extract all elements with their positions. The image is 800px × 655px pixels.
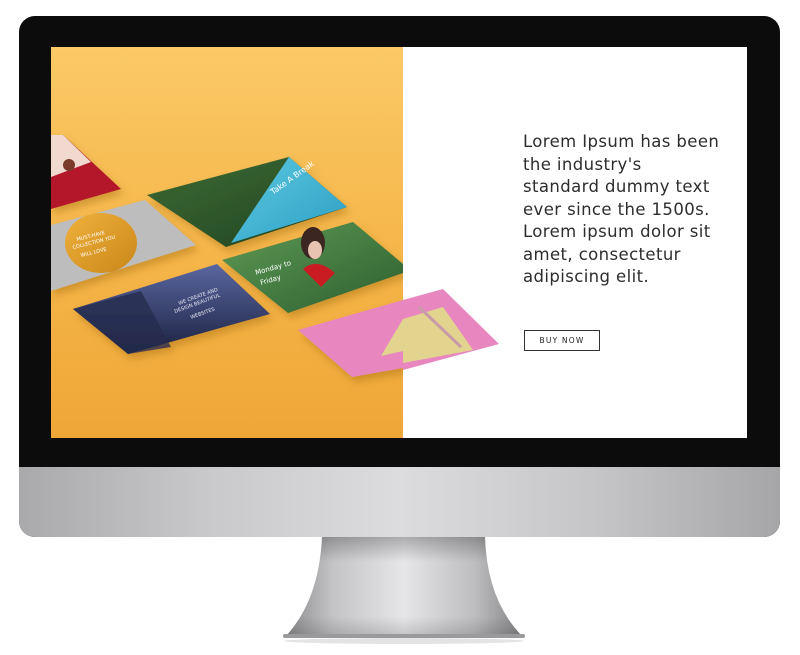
card-night-city: WE CREATE AND DESIGN BEAUTIFUL WEBSITES [73,264,270,354]
screen: Take A Break MUST-HAVE COLLECTION YOU WI… [51,47,747,438]
hero-image-panel: Take A Break MUST-HAVE COLLECTION YOU WI… [51,47,403,438]
card-pink-left [298,300,403,377]
hero-description: Lorem Ipsum has been the industry's stan… [523,132,720,286]
card-gold-badge: MUST-HAVE COLLECTION YOU WILL LOVE [51,200,196,291]
monitor-bezel: Take A Break MUST-HAVE COLLECTION YOU WI… [19,16,780,537]
buy-now-button[interactable]: BUY NOW [524,330,600,351]
monitor-chin [19,467,780,537]
card-red-fashion [51,135,121,209]
isometric-cards-illustration: Take A Break MUST-HAVE COLLECTION YOU WI… [51,135,403,377]
